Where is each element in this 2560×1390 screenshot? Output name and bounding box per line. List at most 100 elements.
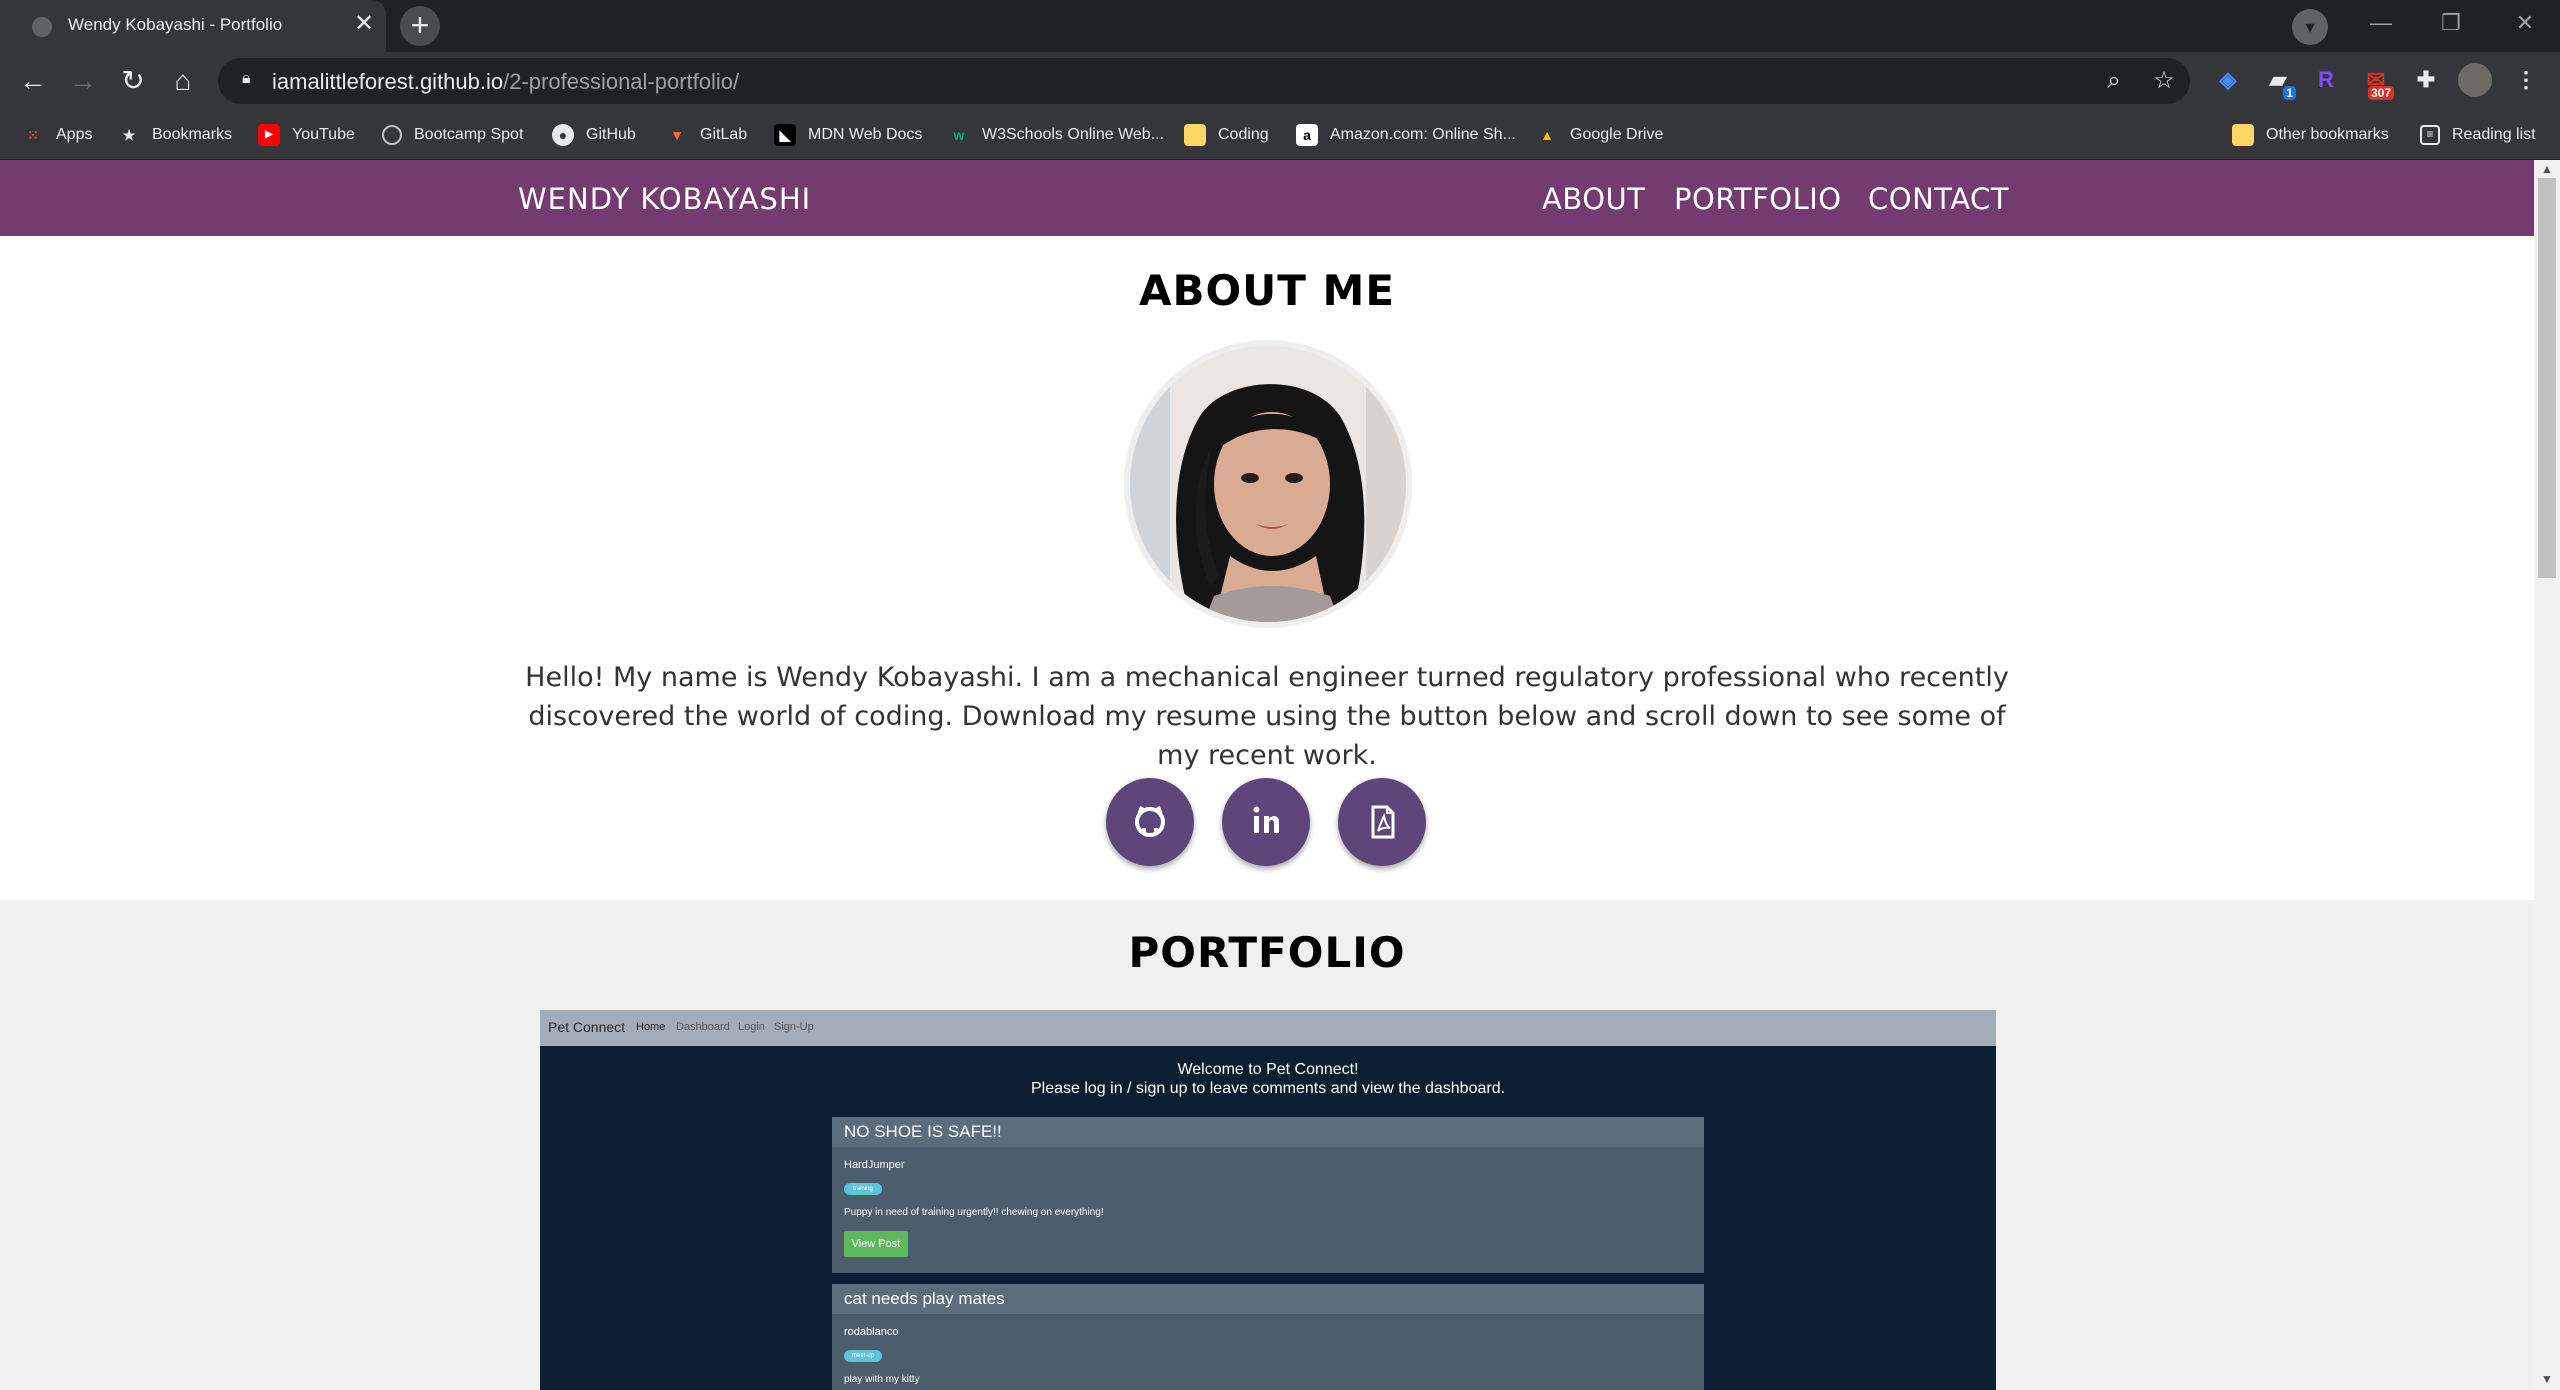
bookmark-google-drive[interactable]: ▲ Google Drive (1536, 110, 1663, 160)
scroll-thumb[interactable] (2538, 178, 2556, 578)
bookmark-star-icon[interactable]: ☆ (2150, 67, 2178, 95)
bookmark-label: Coding (1218, 126, 1269, 143)
github-icon: ● (552, 124, 574, 146)
mail-badge: 307 (2367, 86, 2394, 100)
project-navbar: Pet Connect Home Dashboard Login Sign-Up (540, 1010, 1996, 1046)
globe-icon (32, 17, 52, 37)
post-body: play with my kitty (844, 1374, 920, 1385)
post-title: NO SHOE IS SAFE!! (832, 1117, 1704, 1147)
post-body: Puppy in need of training urgently!! che… (844, 1207, 1104, 1218)
about-heading: ABOUT ME (1138, 266, 1396, 315)
bookmark-github[interactable]: ● GitHub (552, 110, 636, 160)
forward-icon[interactable]: → (66, 64, 100, 98)
other-bookmarks[interactable]: Other bookmarks (2232, 110, 2389, 160)
post-tag: training (844, 1183, 882, 1195)
back-icon[interactable]: ← (16, 64, 50, 98)
zoom-icon[interactable]: ⌕ (2100, 67, 2128, 95)
bookmark-label: Amazon.com: Online Sh... (1330, 126, 1516, 143)
bookmarks-bar: ⁙ Apps ★ Bookmarks ▶ YouTube Bootcamp Spot … (0, 110, 2560, 160)
site-brand[interactable]: WENDY KOBAYASHI (518, 182, 811, 216)
close-window-button[interactable]: ✕ (2490, 0, 2560, 46)
project-welcome-line1: Welcome to Pet Connect! (1177, 1061, 1359, 1078)
home-icon[interactable]: ⌂ (166, 64, 200, 98)
folder-icon (2232, 124, 2254, 146)
folder-icon (1184, 124, 1206, 146)
bookmark-label: Bootcamp Spot (414, 126, 524, 143)
page-viewport: WENDY KOBAYASHI ABOUT PORTFOLIO CONTACT … (0, 160, 2534, 1390)
bookmark-apps[interactable]: ⁙ Apps (22, 110, 92, 160)
bookmark-amazon[interactable]: a Amazon.com: Online Sh... (1296, 110, 1516, 160)
portfolio-heading: PORTFOLIO (1128, 928, 1406, 977)
site-navbar: WENDY KOBAYASHI ABOUT PORTFOLIO CONTACT (0, 160, 2534, 236)
scroll-up-icon[interactable]: ▲ (2540, 162, 2554, 176)
browser-toolbar: ← → ↻ ⌂ 🔒︎ iamalittleforest.github.io/2-… (0, 52, 2560, 110)
project-post-card: NO SHOE IS SAFE!! HardJumper training Pu… (832, 1117, 1704, 1273)
tab-search-icon[interactable]: ▾ (2292, 9, 2328, 45)
lock-icon: 🔒︎ (242, 70, 251, 87)
project-welcome: Welcome to Pet Connect! Please log in / … (540, 1060, 1996, 1098)
bookmark-label: Bookmarks (152, 126, 233, 143)
mail-extension-icon[interactable]: ✉ 307 (2360, 64, 2394, 100)
project-brand: Pet Connect (548, 1019, 626, 1035)
reading-list[interactable]: ≡ Reading list (2420, 110, 2536, 160)
apps-grid-icon: ⁙ (27, 127, 39, 143)
new-tab-button[interactable]: + (400, 6, 440, 46)
page-scrollbar[interactable]: ▲ ▼ (2534, 160, 2560, 1390)
bookmark-label: GitHub (586, 126, 636, 143)
linkedin-icon (1253, 806, 1279, 833)
bookmark-mdn[interactable]: ◣ MDN Web Docs (774, 110, 922, 160)
nav-portfolio[interactable]: PORTFOLIO (1674, 182, 1842, 216)
url-host: iamalittleforest.github.io (272, 69, 504, 94)
other-bookmarks-label: Other bookmarks (2266, 126, 2389, 143)
project-nav-home: Home (636, 1021, 666, 1033)
minimize-button[interactable]: — (2346, 0, 2416, 46)
url-text[interactable]: iamalittleforest.github.io/2-professiona… (272, 69, 739, 95)
portfolio-section: PORTFOLIO Pet Connect Home Dashboard Log… (0, 900, 2534, 1390)
post-user: HardJumper (844, 1159, 905, 1171)
view-post-button: View Post (844, 1231, 908, 1257)
bookmark-bookmarks[interactable]: ★ Bookmarks (118, 110, 232, 160)
bookmark-label: GitLab (700, 126, 748, 143)
menu-kebab-icon[interactable]: ⋮ (2510, 64, 2542, 96)
reading-list-label: Reading list (2452, 126, 2536, 143)
post-user: rodablanco (844, 1326, 899, 1338)
github-icon (1135, 805, 1165, 837)
github-button[interactable] (1106, 778, 1194, 866)
bookmark-label: Apps (56, 126, 93, 143)
youtube-icon: ▶ (258, 124, 280, 146)
bookmark-label: YouTube (292, 126, 355, 143)
nav-about[interactable]: ABOUT (1542, 182, 1646, 216)
reload-icon[interactable]: ↻ (116, 64, 150, 98)
about-bio: Hello! My name is Wendy Kobayashi. I am … (525, 662, 2009, 771)
puzzle-icon[interactable]: ✚ (2410, 64, 2442, 96)
resume-download-button[interactable] (1338, 778, 1426, 866)
address-bar[interactable]: 🔒︎ iamalittleforest.github.io/2-professi… (218, 58, 2190, 104)
bookmark-youtube[interactable]: ▶ YouTube (258, 110, 355, 160)
close-tab-icon[interactable]: ✕ (350, 10, 378, 38)
linkedin-button[interactable] (1222, 778, 1310, 866)
project-screenshot-pet-connect[interactable]: Pet Connect Home Dashboard Login Sign-Up… (540, 1010, 1996, 1390)
profile-avatar[interactable] (2458, 63, 2492, 97)
bitwarden-icon[interactable]: ◈ (2212, 64, 2244, 96)
project-post-card: cat needs play mates rodablanco meet-up … (832, 1284, 1704, 1390)
project-nav-signup: Sign-Up (774, 1021, 814, 1033)
bookmark-label: MDN Web Docs (808, 126, 923, 143)
profile-photo-image (1130, 346, 1406, 622)
restore-button[interactable]: ❐ (2416, 0, 2486, 46)
bookmark-coding[interactable]: Coding (1184, 110, 1269, 160)
extension-icon[interactable]: ▰ 1 (2262, 64, 2296, 100)
reading-list-icon: ≡ (2420, 125, 2440, 145)
browser-tab[interactable]: Wendy Kobayashi - Portfolio ✕ (0, 0, 386, 52)
bookmark-w3schools[interactable]: w W3Schools Online Web... (948, 110, 1164, 160)
project-nav-login: Login (738, 1021, 765, 1033)
extension-r-icon[interactable]: R (2310, 64, 2342, 96)
extension-badge: 1 (2283, 86, 2296, 100)
project-nav-dashboard: Dashboard (676, 1021, 730, 1033)
amazon-icon: a (1296, 124, 1318, 146)
bookmark-label: W3Schools Online Web... (982, 126, 1165, 143)
nav-contact[interactable]: CONTACT (1868, 182, 2009, 216)
bookmark-bootcamp-spot[interactable]: Bootcamp Spot (382, 110, 523, 160)
scroll-down-icon[interactable]: ▼ (2540, 1372, 2554, 1386)
bookmark-gitlab[interactable]: ▼ GitLab (666, 110, 747, 160)
tab-strip: Wendy Kobayashi - Portfolio ✕ + ▾ — ❐ ✕ (0, 0, 2560, 52)
